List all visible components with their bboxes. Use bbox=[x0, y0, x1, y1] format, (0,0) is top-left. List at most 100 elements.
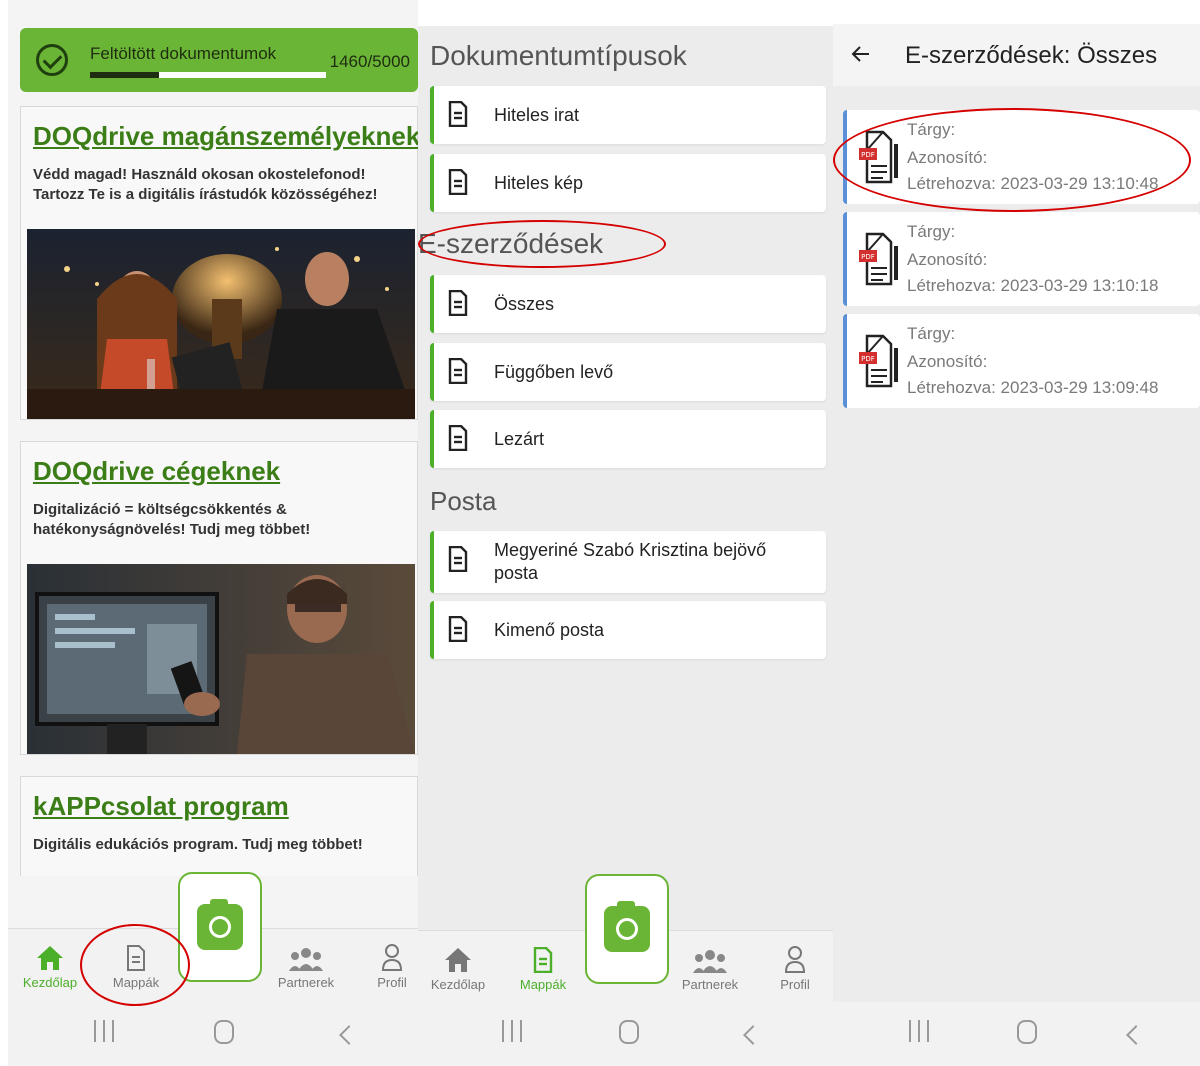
document-icon bbox=[503, 941, 583, 973]
pdf-file-icon: PDF bbox=[857, 330, 899, 395]
contract-id: Azonosító: bbox=[907, 148, 988, 167]
nav-partners[interactable]: Partnerek bbox=[266, 939, 346, 990]
contract-created: Létrehozva: 2023-03-29 13:10:48 bbox=[907, 174, 1159, 193]
status-area bbox=[833, 0, 1200, 24]
back-icon[interactable] bbox=[339, 1025, 359, 1045]
recents-icon[interactable] bbox=[94, 1020, 114, 1042]
folder-item-label: Kimenő posta bbox=[494, 620, 605, 640]
folder-item-outgoing-mail[interactable]: Kimenő posta bbox=[430, 601, 826, 659]
upload-progress-bar bbox=[90, 72, 326, 78]
document-icon bbox=[96, 939, 176, 971]
camera-icon bbox=[604, 901, 650, 952]
recents-icon[interactable] bbox=[502, 1020, 522, 1042]
svg-text:PDF: PDF bbox=[861, 253, 875, 261]
page-title: E-szerződések: Összes bbox=[905, 42, 1158, 69]
folder-item-all[interactable]: Összes bbox=[430, 275, 826, 333]
home-button-icon[interactable] bbox=[1017, 1020, 1037, 1044]
promo-description: Digitalizáció = költségcsökkentés & haté… bbox=[33, 501, 311, 538]
promo-card-business[interactable]: DOQdrive cégeknek Digitalizáció = költsé… bbox=[20, 441, 418, 755]
contract-subject: Tárgy: bbox=[907, 222, 956, 241]
folder-item-pending[interactable]: Függőben levő bbox=[430, 343, 826, 401]
nav-label: Profil bbox=[780, 977, 810, 992]
home-icon bbox=[418, 941, 498, 973]
home-button-icon[interactable] bbox=[214, 1020, 234, 1044]
nav-profile[interactable]: Profil bbox=[352, 939, 418, 990]
folder-item-label: Függőben levő bbox=[494, 362, 614, 382]
promo-title[interactable]: kAPPcsolat program bbox=[33, 791, 289, 822]
document-icon bbox=[448, 424, 468, 456]
back-icon[interactable] bbox=[743, 1025, 763, 1045]
user-icon bbox=[352, 939, 418, 971]
contract-created: Létrehozva: 2023-03-29 13:10:18 bbox=[907, 276, 1159, 295]
nav-folders[interactable]: Mappák bbox=[503, 941, 583, 992]
document-icon bbox=[448, 615, 468, 647]
contract-subject: Tárgy: bbox=[907, 324, 956, 343]
home-button-icon[interactable] bbox=[619, 1020, 639, 1044]
econtracts-all-screen: E-szerződések: Összes PDF Tárgy: Azonosí… bbox=[833, 0, 1200, 1066]
nav-home[interactable]: Kezdőlap bbox=[418, 941, 498, 992]
upload-label: Feltöltött dokumentumok bbox=[90, 44, 277, 63]
promo-card-kappcsolat[interactable]: kAPPcsolat program Digitális edukációs p… bbox=[20, 776, 418, 876]
promo-description: Védd magad! Használd okosan okostelefono… bbox=[33, 166, 378, 203]
document-icon bbox=[448, 289, 468, 321]
pdf-file-icon: PDF bbox=[857, 126, 899, 191]
promo-photo-business bbox=[27, 564, 415, 754]
app-bar: E-szerződések: Összes bbox=[833, 24, 1200, 86]
nav-partners[interactable]: Partnerek bbox=[670, 941, 750, 992]
user-icon bbox=[755, 941, 833, 973]
camera-button[interactable] bbox=[178, 872, 262, 982]
folder-item-label: Hiteles irat bbox=[494, 105, 580, 125]
nav-home[interactable]: Kezdőlap bbox=[10, 939, 90, 990]
nav-label: Kezdőlap bbox=[430, 977, 486, 992]
back-icon[interactable] bbox=[1126, 1025, 1146, 1045]
promo-photo-couple bbox=[27, 229, 415, 419]
camera-icon bbox=[197, 899, 243, 950]
folder-item-authentic-image[interactable]: Hiteles kép bbox=[430, 154, 826, 212]
svg-text:PDF: PDF bbox=[861, 355, 875, 363]
nav-folders[interactable]: Mappák bbox=[96, 939, 176, 990]
nav-profile[interactable]: Profil bbox=[755, 941, 833, 992]
document-icon bbox=[448, 545, 468, 577]
contract-item[interactable]: PDF Tárgy: Azonosító: Létrehozva: 2023-0… bbox=[843, 212, 1200, 306]
folder-item-closed[interactable]: Lezárt bbox=[430, 410, 826, 468]
contract-id: Azonosító: bbox=[907, 250, 988, 269]
upload-count: 1460/5000 bbox=[329, 52, 410, 71]
nav-label: Partnerek bbox=[277, 975, 335, 990]
contract-subject: Tárgy: bbox=[907, 120, 956, 139]
document-icon bbox=[448, 357, 468, 389]
contract-item[interactable]: PDF Tárgy: Azonosító: Létrehozva: 2023-0… bbox=[843, 110, 1200, 204]
home-icon bbox=[10, 939, 90, 971]
folder-item-label: Lezárt bbox=[494, 429, 545, 449]
nav-label: Mappák bbox=[519, 977, 567, 992]
promo-description: Digitális edukációs program. Tudj meg tö… bbox=[33, 836, 363, 853]
svg-text:PDF: PDF bbox=[861, 151, 875, 159]
section-title: Posta bbox=[430, 486, 497, 516]
recents-icon[interactable] bbox=[909, 1020, 929, 1042]
contract-item[interactable]: PDF Tárgy: Azonosító: Létrehozva: 2023-0… bbox=[843, 314, 1200, 408]
nav-label: Partnerek bbox=[681, 977, 739, 992]
home-screen: Feltöltött dokumentumok 1460/5000 DOQdri… bbox=[8, 0, 418, 1066]
system-navigation-bar bbox=[833, 1002, 1200, 1066]
folder-item-incoming-mail[interactable]: Megyeriné Szabó Krisztina bejövő posta bbox=[430, 531, 826, 593]
folder-item-label: Megyeriné Szabó Krisztina bejövő posta bbox=[494, 540, 767, 583]
people-icon bbox=[266, 939, 346, 971]
document-icon bbox=[448, 100, 468, 132]
contract-created: Létrehozva: 2023-03-29 13:09:48 bbox=[907, 378, 1159, 397]
camera-button[interactable] bbox=[585, 874, 669, 984]
upload-progress-fill bbox=[90, 72, 159, 78]
promo-card-private[interactable]: DOQdrive magánszemélyeknek Védd magad! H… bbox=[20, 106, 418, 420]
upload-progress-card: Feltöltött dokumentumok 1460/5000 bbox=[20, 28, 418, 92]
document-icon bbox=[448, 168, 468, 200]
nav-label: Mappák bbox=[112, 975, 160, 990]
arrow-left-icon[interactable] bbox=[851, 44, 871, 64]
people-icon bbox=[670, 941, 750, 973]
promo-title[interactable]: DOQdrive magánszemélyeknek bbox=[33, 121, 418, 152]
folder-item-authentic-doc[interactable]: Hiteles irat bbox=[430, 86, 826, 144]
section-title: E-szerződések bbox=[418, 228, 604, 259]
folder-item-label: Összes bbox=[494, 294, 555, 314]
folder-item-label: Hiteles kép bbox=[494, 173, 584, 193]
nav-label: Profil bbox=[377, 975, 407, 990]
promo-title[interactable]: DOQdrive cégeknek bbox=[33, 456, 280, 487]
section-title: Dokumentumtípusok bbox=[430, 40, 687, 71]
system-navigation-bar bbox=[8, 1002, 418, 1066]
